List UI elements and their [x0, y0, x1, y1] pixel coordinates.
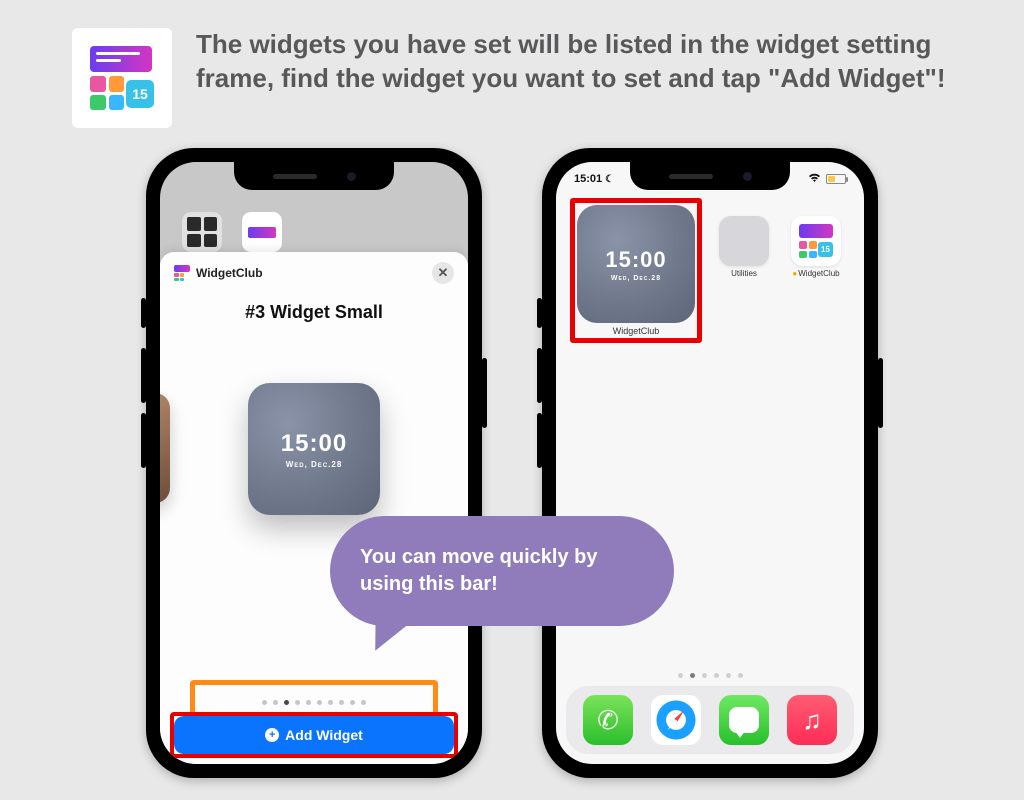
background-home-icons: [182, 212, 282, 252]
adjacent-widget-peek[interactable]: [160, 393, 170, 503]
status-time: 15:01: [574, 173, 602, 185]
battery-icon: [826, 174, 846, 184]
widgetclub-app[interactable]: 15 ●WidgetClub: [788, 216, 844, 278]
widget-size-title: #3 Widget Small: [160, 302, 468, 323]
utilities-folder[interactable]: Utilities: [716, 216, 772, 278]
placed-widget-highlight: 15:00 Wed, Dec.28 WidgetClub: [570, 198, 702, 343]
phone-mockup-widget-picker: WidgetClub ✕ #3 Widget Small 15:00 Wed, …: [146, 148, 482, 778]
widgetclub-logo: 15: [72, 28, 172, 128]
home-widget-date: Wed, Dec.28: [611, 275, 661, 282]
instruction-header: 15 The widgets you have set will be list…: [0, 0, 1024, 128]
widgetclub-app-label: WidgetClub: [798, 269, 839, 278]
safari-app[interactable]: [651, 695, 701, 745]
home-widget-time: 15:00: [605, 247, 666, 273]
dock: ✆ ♫: [566, 686, 854, 754]
widget-preview[interactable]: 15:00 Wed, Dec.28: [248, 383, 380, 515]
home-widget-label: WidgetClub: [577, 326, 695, 336]
home-widget[interactable]: 15:00 Wed, Dec.28: [577, 205, 695, 323]
phone-icon: ✆: [597, 705, 619, 736]
phone-app[interactable]: ✆: [583, 695, 633, 745]
compass-icon: [656, 700, 696, 740]
widget-date: Wed, Dec.28: [286, 460, 343, 469]
add-widget-label: Add Widget: [285, 727, 363, 743]
instruction-text: The widgets you have set will be listed …: [196, 28, 956, 96]
music-icon: ♫: [802, 707, 822, 733]
phone-mockup-home-screen: 15:01 ☾ 15:00 Wed, Dec.28: [542, 148, 878, 778]
widgetclub-mini-icon: [174, 265, 190, 281]
widget-time: 15:00: [281, 430, 347, 458]
add-widget-highlight: + Add Widget: [170, 712, 458, 758]
plus-icon: +: [265, 728, 279, 742]
home-page-indicator[interactable]: [556, 673, 864, 678]
do-not-disturb-icon: ☾: [605, 174, 614, 185]
logo-badge: 15: [126, 80, 154, 108]
tip-text: You can move quickly by using this bar!: [360, 544, 644, 598]
widget-picker-sheet: WidgetClub ✕ #3 Widget Small 15:00 Wed, …: [160, 252, 468, 764]
music-app[interactable]: ♫: [787, 695, 837, 745]
wifi-icon: [808, 173, 821, 186]
message-icon: [729, 707, 759, 733]
messages-app[interactable]: [719, 695, 769, 745]
utilities-label: Utilities: [731, 269, 757, 278]
tip-callout: You can move quickly by using this bar!: [330, 516, 674, 626]
close-button[interactable]: ✕: [432, 262, 454, 284]
sheet-app-name: WidgetClub: [196, 266, 263, 280]
page-indicator-bar[interactable]: [190, 680, 438, 716]
add-widget-button[interactable]: + Add Widget: [174, 716, 454, 754]
